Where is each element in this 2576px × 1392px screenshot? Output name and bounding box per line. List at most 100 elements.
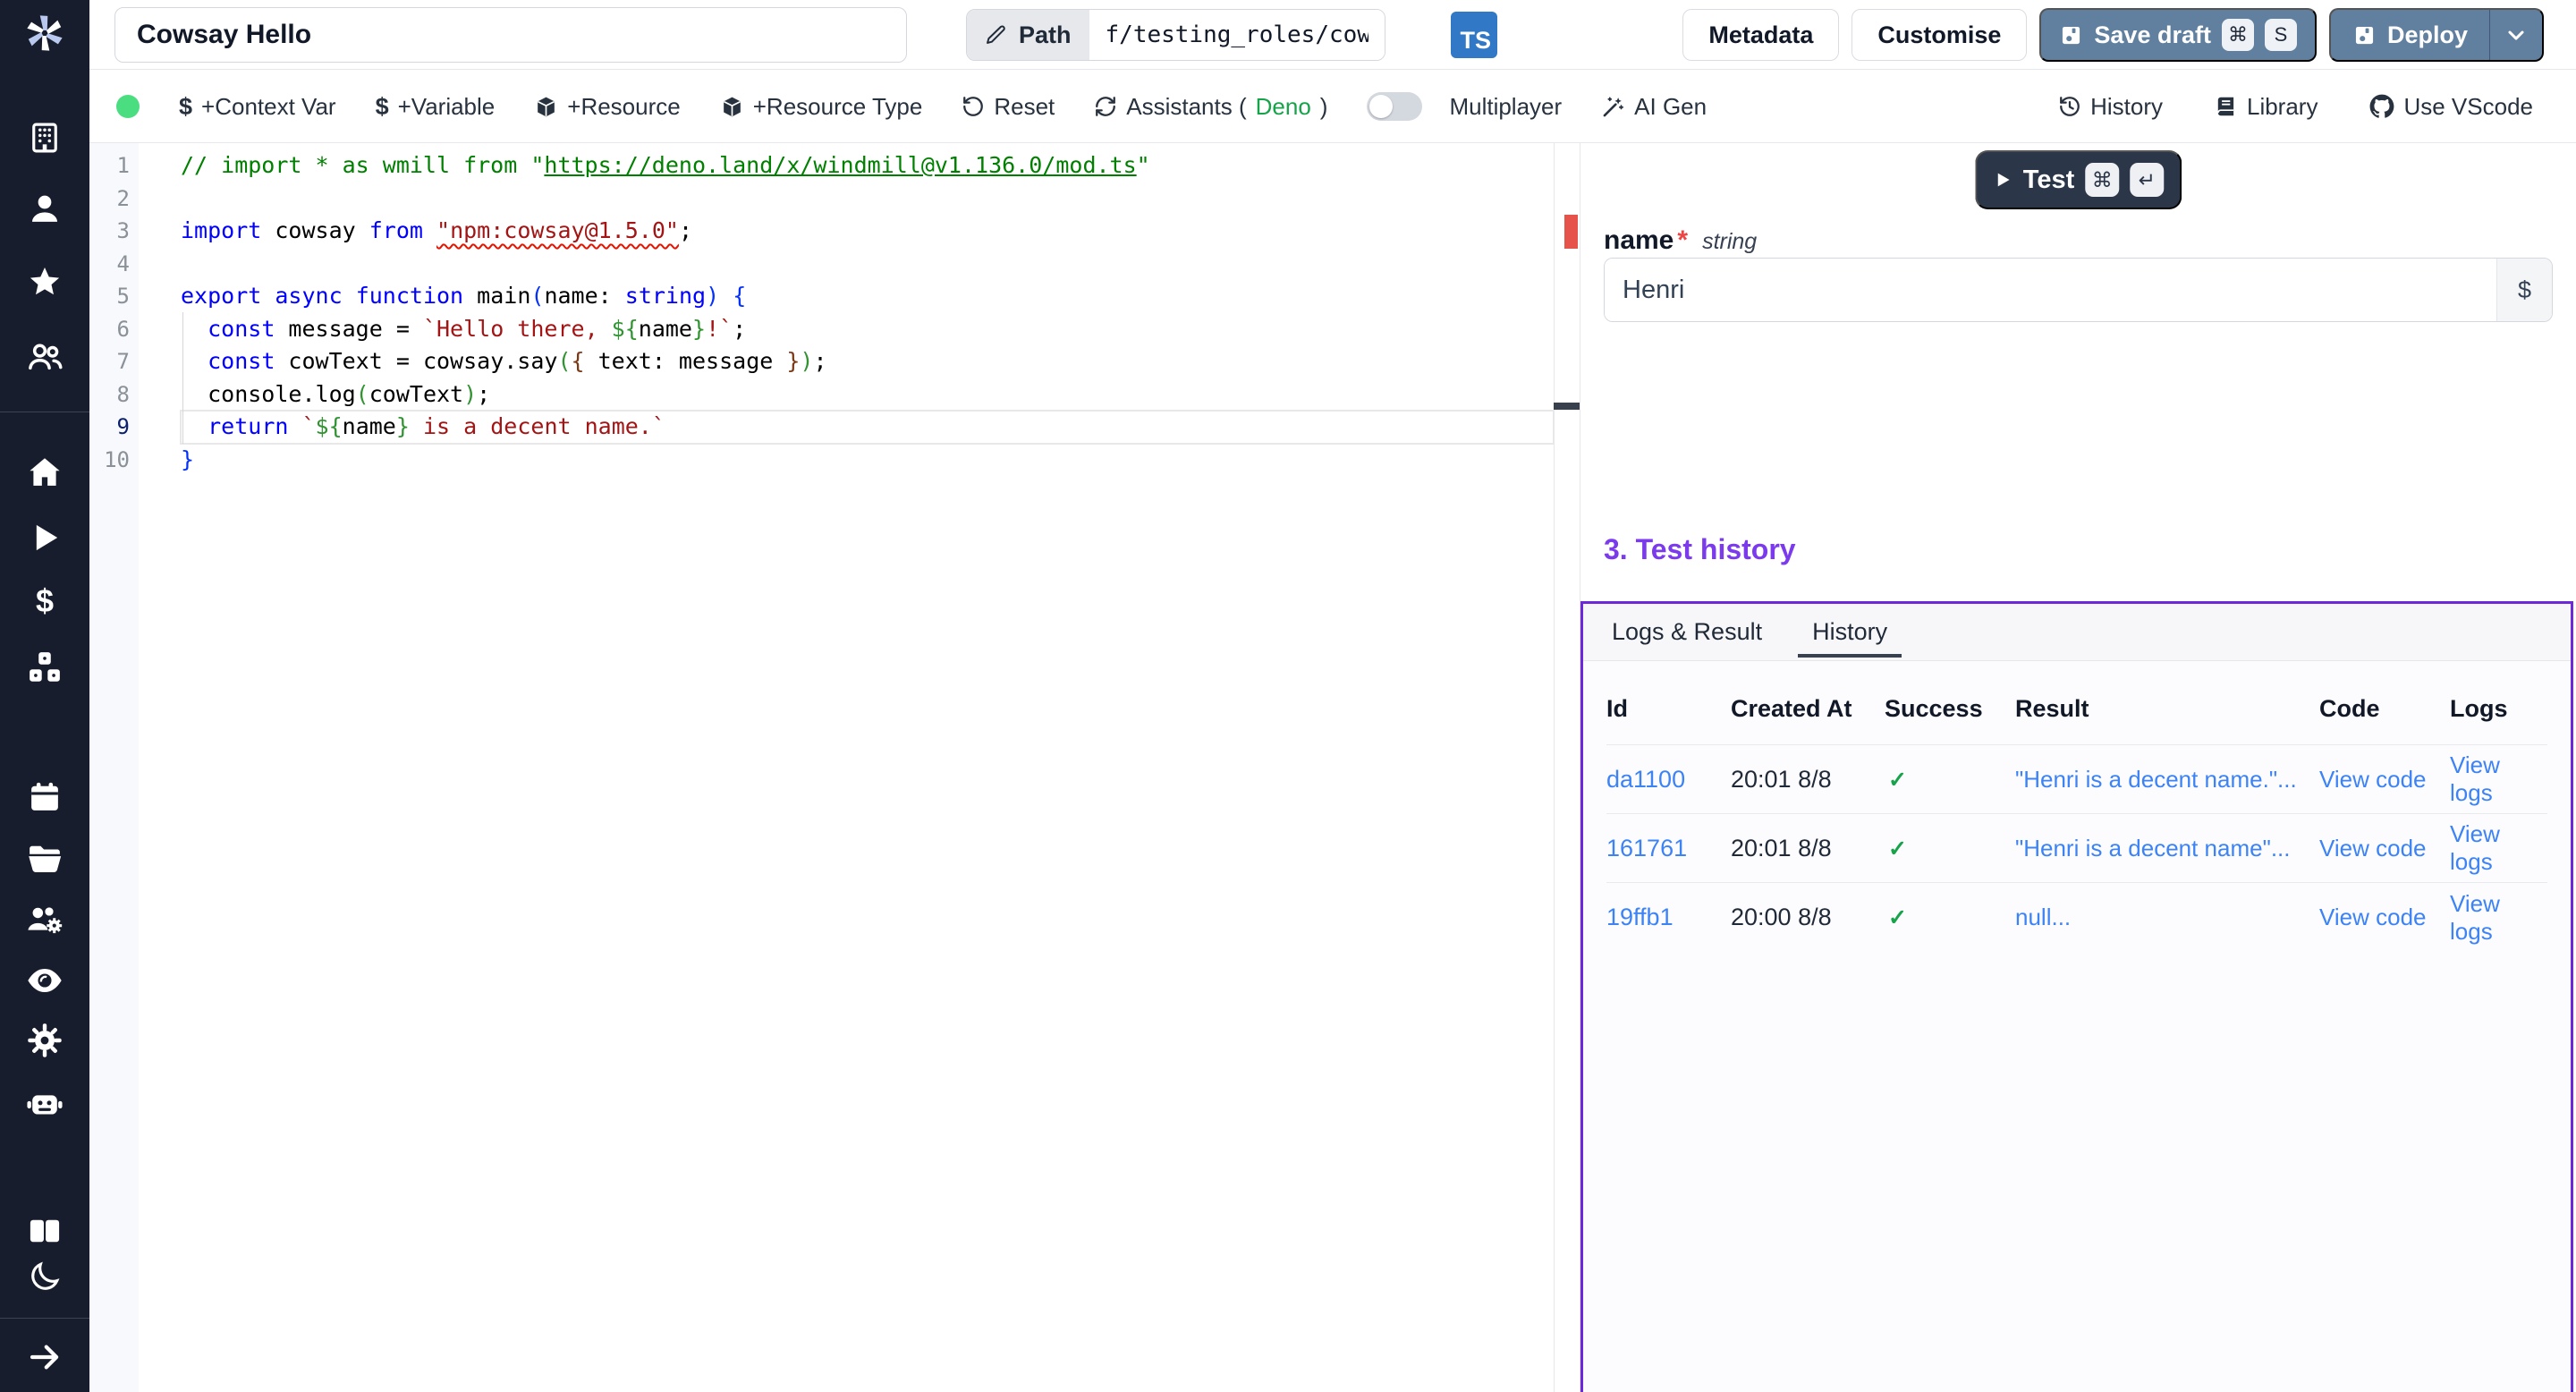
assistants-label: Assistants (: [1126, 93, 1246, 121]
code-line-3[interactable]: import cowsay from "npm:cowsay@1.5.0";: [181, 215, 1554, 248]
result-link[interactable]: null...: [2015, 904, 2319, 931]
line-number-3: 3: [89, 215, 130, 248]
customise-button[interactable]: Customise: [1852, 9, 2027, 61]
sidebar-item-resources[interactable]: [0, 646, 89, 689]
add-variable-button[interactable]: $ +Variable: [376, 93, 496, 121]
code-line-7[interactable]: const cowText = cowsay.say({ text: messa…: [181, 345, 1554, 378]
argument-type: string: [1702, 229, 1757, 255]
sidebar-item-workers[interactable]: [0, 897, 89, 940]
path-input[interactable]: [1089, 10, 1385, 60]
editor-toolbar: $ +Context Var $ +Variable +Resource +Re…: [89, 71, 2576, 143]
code-line-4[interactable]: [181, 248, 1554, 281]
dollar-icon: $: [2518, 276, 2531, 304]
success-cell: ✓: [1885, 904, 2015, 931]
kbd-s: S: [2265, 19, 2297, 51]
job-id-link[interactable]: 19ffb1: [1606, 904, 1731, 931]
add-resource-button[interactable]: +Resource: [534, 93, 680, 121]
sidebar-item-user[interactable]: [0, 187, 89, 230]
sidebar-item-dark-mode[interactable]: [0, 1255, 89, 1298]
view-code-link[interactable]: View code: [2319, 904, 2450, 931]
multiplayer-item: [1367, 92, 1422, 121]
line-number-gutter: 12345678910: [89, 149, 130, 476]
sidebar-item-folders[interactable]: [0, 836, 89, 879]
sidebar-item-docs[interactable]: [0, 1210, 89, 1252]
history-tabstrip: Logs & Result History: [1583, 604, 2571, 661]
sidebar-item-groups[interactable]: [0, 335, 89, 378]
book-icon: [2215, 95, 2238, 118]
sidebar-item-schedules[interactable]: [0, 776, 89, 819]
use-vscode-button[interactable]: Use VScode: [2369, 93, 2533, 121]
arrow-right-icon: [26, 1338, 64, 1376]
kbd-cmd: ⌘: [2222, 19, 2254, 51]
code-line-8[interactable]: console.log(cowText);: [181, 378, 1554, 412]
home-icon: [26, 454, 64, 491]
deploy-main[interactable]: Deploy: [2331, 10, 2489, 60]
add-resource-type-button[interactable]: +Resource Type: [720, 93, 923, 121]
test-button[interactable]: Test ⌘ ↵: [1975, 150, 2182, 209]
reset-icon: [962, 95, 985, 118]
check-icon: ✓: [1885, 905, 1907, 930]
save-draft-button[interactable]: Save draft ⌘ S: [2039, 8, 2317, 62]
sidebar-item-variables[interactable]: $: [0, 580, 89, 623]
view-logs-link[interactable]: View logs: [2450, 890, 2547, 946]
add-context-var-button[interactable]: $ +Context Var: [179, 93, 336, 121]
tab-history[interactable]: History: [1812, 618, 1887, 646]
code-lines[interactable]: // import * as wmill from "https://deno.…: [181, 149, 1554, 476]
view-code-link[interactable]: View code: [2319, 835, 2450, 862]
code-line-6[interactable]: const message = `Hello there, ${name}!`;: [181, 313, 1554, 346]
created-at: 20:01 8/8: [1731, 766, 1885, 794]
sidebar-item-favorites[interactable]: [0, 261, 89, 304]
col-success: Success: [1885, 695, 2015, 723]
deploy-button[interactable]: Deploy: [2329, 8, 2544, 62]
code-line-2[interactable]: [181, 182, 1554, 216]
view-logs-link[interactable]: View logs: [2450, 751, 2547, 807]
assistants-button[interactable]: Assistants (Deno): [1094, 93, 1327, 121]
view-logs-link[interactable]: View logs: [2450, 820, 2547, 876]
sidebar-item-ai[interactable]: [0, 1082, 89, 1125]
sidebar-item-settings[interactable]: [0, 1019, 89, 1062]
star-icon: [26, 264, 64, 301]
calendar-icon: [26, 778, 64, 816]
name-argument-input[interactable]: [1605, 259, 2496, 321]
code-line-10[interactable]: }: [181, 444, 1554, 477]
sidebar-collapse-button[interactable]: [0, 1336, 89, 1379]
view-code-link[interactable]: View code: [2319, 766, 2450, 794]
test-history-panel: Logs & Result History Id Created At Succ…: [1580, 601, 2573, 1392]
sidebar-item-home[interactable]: [0, 451, 89, 494]
gear-icon: [25, 1021, 64, 1060]
sidebar-item-workspace[interactable]: [0, 116, 89, 159]
path-button[interactable]: Path: [967, 10, 1089, 60]
overview-ruler: [1554, 143, 1555, 1392]
library-button[interactable]: Library: [2215, 93, 2318, 121]
reset-button[interactable]: Reset: [962, 93, 1055, 121]
code-line-5[interactable]: export async function main(name: string)…: [181, 280, 1554, 313]
code-line-9[interactable]: return `${name} is a decent name.`: [181, 411, 1554, 444]
deploy-dropdown-button[interactable]: [2490, 10, 2542, 60]
sidebar-item-runs[interactable]: [0, 516, 89, 559]
script-title-input[interactable]: [114, 7, 907, 63]
ai-gen-button[interactable]: AI Gen: [1601, 93, 1707, 121]
sidebar-item-audit-logs[interactable]: [0, 959, 89, 1002]
code-line-1[interactable]: // import * as wmill from "https://deno.…: [181, 149, 1554, 182]
variable-picker-button[interactable]: $: [2496, 259, 2552, 321]
metadata-button[interactable]: Metadata: [1682, 9, 1839, 61]
result-link[interactable]: "Henri is a decent name."...: [2015, 766, 2319, 794]
path-group: Path: [966, 9, 1385, 61]
multiplayer-toggle[interactable]: [1367, 92, 1422, 121]
history-rows: da110020:01 8/8 ✓ "Henri is a decent name.…: [1606, 745, 2547, 952]
play-icon: [27, 520, 63, 556]
add-resource-type-label: +Resource Type: [753, 93, 923, 121]
test-button-label: Test: [2023, 166, 2074, 195]
job-id-link[interactable]: da1100: [1606, 766, 1731, 794]
tab-logs-result[interactable]: Logs & Result: [1612, 618, 1762, 646]
result-link[interactable]: "Henri is a decent name"...: [2015, 835, 2319, 862]
line-number-9: 9: [89, 411, 130, 444]
test-history-heading: 3. Test history: [1604, 533, 1796, 566]
created-at: 20:00 8/8: [1731, 904, 1885, 931]
history-button[interactable]: History: [2058, 93, 2163, 121]
windmill-logo[interactable]: [0, 12, 89, 55]
job-id-link[interactable]: 161761: [1606, 835, 1731, 862]
refresh-icon: [1094, 95, 1117, 118]
path-button-label: Path: [1019, 21, 1072, 49]
code-editor[interactable]: 12345678910 // import * as wmill from "h…: [89, 143, 1580, 1392]
